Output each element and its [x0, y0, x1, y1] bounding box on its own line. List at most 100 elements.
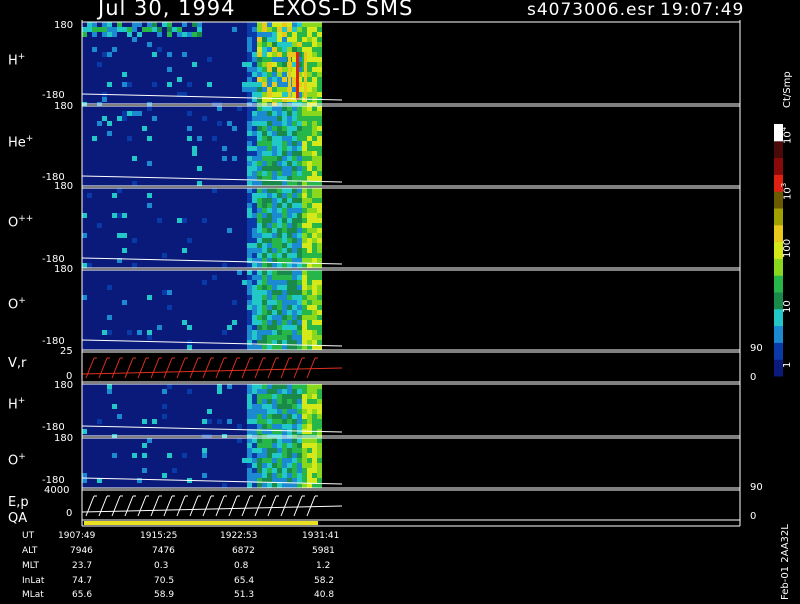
heatmap-cell: [307, 203, 312, 208]
heatmap-cell: [272, 458, 277, 463]
heatmap-cell: [277, 270, 282, 275]
heatmap-cell: [277, 453, 282, 458]
heatmap-cell: [282, 97, 287, 102]
heatmap-cell: [267, 238, 272, 243]
heatmap-cell: [277, 161, 282, 166]
heatmap-cell: [282, 92, 287, 97]
heatmap-cell: [277, 181, 282, 186]
heatmap-cell: [132, 263, 137, 268]
heatmap-cell: [292, 203, 297, 208]
heatmap-cell: [97, 223, 102, 228]
heatmap-cell: [317, 198, 322, 203]
heatmap-cell: [262, 208, 267, 213]
heatmap-cell: [272, 181, 277, 186]
footer-cell: 58.2: [314, 576, 335, 586]
heatmap-cell: [267, 151, 272, 156]
heatmap-cell: [282, 72, 287, 77]
heatmap-cell: [282, 116, 287, 121]
footer-row-mlt-name: MLT: [22, 561, 40, 571]
heatmap-cell: [102, 32, 107, 37]
y-tick-bottom: 0: [66, 508, 73, 519]
heatmap-cell: [292, 295, 297, 300]
heatmap-cell: [277, 106, 282, 111]
heatmap-cell: [272, 42, 277, 47]
heatmap-cell: [247, 146, 252, 151]
heatmap-cell: [287, 453, 292, 458]
heatmap-cell: [262, 253, 267, 258]
heatmap-cell: [317, 47, 322, 52]
heatmap-cell: [282, 253, 287, 258]
heatmap-cell: [277, 320, 282, 325]
heatmap-cell: [132, 111, 137, 116]
heatmap-cell: [317, 473, 322, 478]
heatmap-cell: [267, 87, 272, 92]
heatmap-cell: [287, 429, 292, 434]
heatmap-cell: [252, 305, 257, 310]
heatmap-cell: [282, 345, 287, 350]
heatmap-cell: [277, 116, 282, 121]
heatmap-cell: [272, 438, 277, 443]
heatmap-cell: [247, 126, 252, 131]
heatmap-cell: [117, 27, 122, 32]
heatmap-cell: [297, 473, 302, 478]
footer-cell: 7476: [152, 546, 175, 556]
heatmap-cell: [302, 131, 307, 136]
heatmap-cell: [87, 263, 92, 268]
heatmap-cell: [92, 47, 97, 52]
heatmap-cell: [247, 320, 252, 325]
heatmap-cell: [247, 77, 252, 82]
heatmap-cell: [297, 146, 302, 151]
heatmap-cell: [222, 330, 227, 335]
heatmap-cell: [317, 52, 322, 57]
footer-cell: 5981: [312, 546, 335, 556]
heatmap-cell: [257, 233, 262, 238]
heatmap-cell: [167, 453, 172, 458]
heatmap-cell: [307, 141, 312, 146]
heatmap-cell: [257, 198, 262, 203]
heatmap-cell: [252, 453, 257, 458]
heatmap-cell: [262, 310, 267, 315]
heatmap-cell: [267, 32, 272, 37]
heatmap-cell: [312, 409, 317, 414]
heatmap-cell: [272, 463, 277, 468]
heatmap-cell: [302, 453, 307, 458]
heatmap-cell: [317, 270, 322, 275]
heatmap-cell: [107, 82, 112, 87]
heatmap-cell: [317, 258, 322, 263]
heatmap-cell: [277, 57, 282, 62]
heatmap-cell: [297, 151, 302, 156]
heatmap-cell: [312, 223, 317, 228]
heatmap-cell: [302, 399, 307, 404]
heatmap-cell: [252, 295, 257, 300]
heatmap-cell: [317, 213, 322, 218]
heatmap-cell: [262, 238, 267, 243]
heatmap-cell: [302, 443, 307, 448]
heatmap-cell: [287, 399, 292, 404]
heatmap-cell: [287, 223, 292, 228]
heatmap-cell: [312, 151, 317, 156]
heatmap-cell: [267, 473, 272, 478]
heatmap-cell: [272, 208, 277, 213]
heatmap-cell: [247, 409, 252, 414]
heatmap-cell: [192, 32, 197, 37]
heatmap-cell: [257, 253, 262, 258]
heatmap-cell: [132, 22, 137, 27]
heatmap-cell: [297, 32, 302, 37]
heatmap-cell: [267, 320, 272, 325]
heatmap-cell: [272, 47, 277, 52]
heatmap-cell: [97, 419, 102, 424]
heatmap-cell: [282, 335, 287, 340]
heatmap-cell: [287, 22, 292, 27]
heatmap-cell: [277, 67, 282, 72]
heatmap-cell: [282, 305, 287, 310]
heatmap-cell: [247, 253, 252, 258]
heatmap-cell: [302, 330, 307, 335]
heatmap-cell: [242, 280, 247, 285]
heatmap-cell: [297, 253, 302, 258]
colorbar-tick-100: 100: [782, 238, 793, 258]
heatmap-cell: [282, 389, 287, 394]
heatmap-cell: [272, 146, 277, 151]
heatmap-cell: [267, 131, 272, 136]
heatmap-cell: [312, 463, 317, 468]
heatmap-cell: [217, 419, 222, 424]
